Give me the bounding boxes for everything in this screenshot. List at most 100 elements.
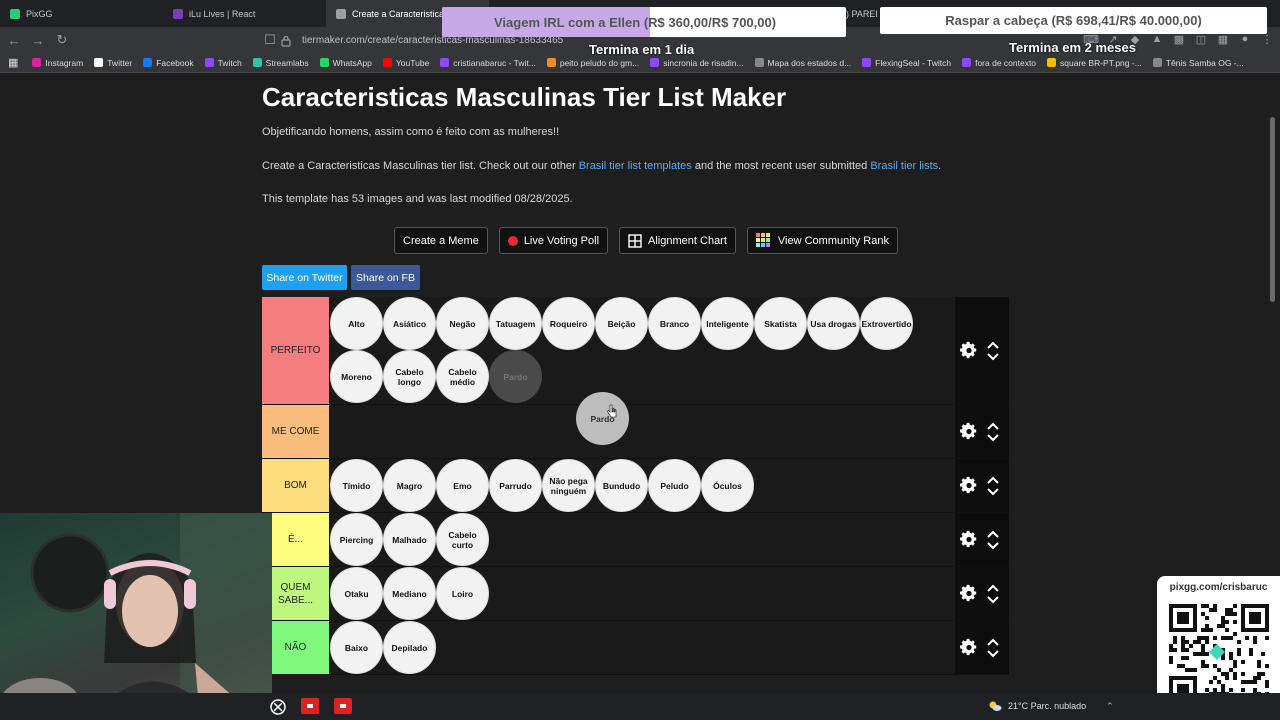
- bookmark-favicon-icon: [650, 58, 660, 67]
- tier-label[interactable]: ME COME: [262, 405, 329, 458]
- bookmark-item[interactable]: cristianabaruc - Twit...: [440, 58, 536, 68]
- bookmark-item[interactable]: Streamlabs: [252, 58, 309, 68]
- gear-icon[interactable]: [959, 476, 979, 496]
- move-up-icon[interactable]: [987, 584, 999, 592]
- tier-item[interactable]: Tatuagem: [489, 297, 542, 350]
- tier-item[interactable]: Depilado: [383, 621, 436, 674]
- bookmark-item[interactable]: sincronia de risadin...: [650, 58, 744, 68]
- tier-item[interactable]: Piercing: [330, 513, 383, 566]
- bookmark-item[interactable]: YouTube: [382, 58, 429, 68]
- forward-icon[interactable]: →: [28, 30, 48, 50]
- weather-text: 21°C Parc. nublado: [1008, 701, 1087, 711]
- tier-item[interactable]: Asiático: [383, 297, 436, 350]
- bookmark-item[interactable]: Instagram: [32, 58, 83, 68]
- gear-icon[interactable]: [959, 530, 979, 550]
- bookmark-item[interactable]: fora de contexto: [962, 58, 1036, 68]
- bookmark-item[interactable]: Facebook: [143, 58, 194, 68]
- brasil-templates-link[interactable]: Brasil tier list templates: [579, 160, 692, 172]
- tier-item[interactable]: Usa drogas: [807, 297, 860, 350]
- tier-label[interactable]: BOM: [262, 459, 329, 512]
- view-community-rank-button[interactable]: View Community Rank: [746, 227, 898, 254]
- bookmark-item[interactable]: Mapa dos estados d...: [754, 58, 851, 68]
- move-up-icon[interactable]: [987, 530, 999, 538]
- tier-item[interactable]: Otaku: [330, 567, 383, 620]
- reload-icon[interactable]: ↻: [52, 30, 72, 50]
- tier-item[interactable]: Tímido: [330, 459, 383, 512]
- move-down-icon[interactable]: [987, 595, 999, 604]
- brasil-tierlists-link[interactable]: Brasil tier lists: [870, 160, 938, 172]
- xbox-icon[interactable]: [270, 699, 286, 715]
- back-icon[interactable]: ←: [4, 30, 24, 50]
- move-down-icon[interactable]: [987, 433, 999, 442]
- bookmark-item[interactable]: WhatsApp: [319, 58, 372, 68]
- tier-label[interactable]: É...: [262, 513, 329, 566]
- taskbar-app-2-icon[interactable]: [334, 698, 352, 714]
- bookmark-item[interactable]: Twitch: [204, 58, 242, 68]
- move-down-icon[interactable]: [987, 541, 999, 550]
- tier-item[interactable]: Moreno: [330, 350, 383, 403]
- gear-icon[interactable]: [959, 638, 979, 658]
- tier-label[interactable]: QUEM SABE...: [262, 567, 329, 620]
- bookmark-favicon-icon: [32, 58, 42, 67]
- tier-item[interactable]: Malhado: [383, 513, 436, 566]
- tier-item[interactable]: Beição: [595, 297, 648, 350]
- tier-item[interactable]: Extrovertido: [860, 297, 913, 350]
- move-down-icon[interactable]: [987, 487, 999, 496]
- tier-item[interactable]: Bundudo: [595, 459, 648, 512]
- rank-grid-icon: [755, 232, 770, 247]
- tier-item[interactable]: Baixo: [330, 621, 383, 674]
- tier-label[interactable]: NÃO: [262, 621, 329, 674]
- dragged-tier-item[interactable]: Pardo: [576, 392, 629, 445]
- bookmark-item[interactable]: Tênis Samba OG -...: [1152, 58, 1244, 68]
- tier-item[interactable]: Não pega ninguém: [542, 459, 595, 512]
- move-down-icon[interactable]: [987, 352, 999, 361]
- move-up-icon[interactable]: [987, 341, 999, 349]
- tier-item[interactable]: Emo: [436, 459, 489, 512]
- tier-item[interactable]: Branco: [648, 297, 701, 350]
- taskbar-app-1-icon[interactable]: [301, 698, 319, 714]
- browser-tab[interactable]: iLu Lives | React: [163, 0, 326, 27]
- tier-item[interactable]: Parrudo: [489, 459, 542, 512]
- tier-item[interactable]: Inteligente: [701, 297, 754, 350]
- move-up-icon[interactable]: [987, 638, 999, 646]
- page-scrollbar[interactable]: [1270, 117, 1275, 302]
- partly-cloudy-icon: [989, 701, 1002, 711]
- tier-item[interactable]: Skatista: [754, 297, 807, 350]
- share-twitter-button[interactable]: Share on Twitter: [262, 265, 347, 290]
- tier-item[interactable]: Óculos: [701, 459, 754, 512]
- move-up-icon[interactable]: [987, 476, 999, 484]
- tier-item[interactable]: Loiro: [436, 567, 489, 620]
- alignment-chart-button[interactable]: Alignment Chart: [619, 227, 736, 254]
- live-voting-poll-button[interactable]: Live Voting Poll: [498, 227, 609, 254]
- weather-widget[interactable]: 21°C Parc. nublado ⌃: [988, 700, 1114, 712]
- bookmark-item[interactable]: peito peludo do gm...: [546, 58, 639, 68]
- move-down-icon[interactable]: [987, 649, 999, 658]
- gear-icon[interactable]: [959, 422, 979, 442]
- create-meme-button[interactable]: Create a Meme: [394, 227, 488, 254]
- bookmark-item[interactable]: Twitter: [94, 58, 132, 68]
- move-up-icon[interactable]: [987, 422, 999, 430]
- share-fb-button[interactable]: Share on FB: [351, 265, 420, 290]
- tier-item[interactable]: Cabelo médio: [436, 350, 489, 403]
- tier-item[interactable]: Cabelo longo: [383, 350, 436, 403]
- tray-chevron-icon[interactable]: ⌃: [1106, 701, 1114, 712]
- tier-item[interactable]: Peludo: [648, 459, 701, 512]
- site-info-icon[interactable]: [280, 35, 292, 47]
- tier-item[interactable]: Mediano: [383, 567, 436, 620]
- streamer-camera-image: [0, 513, 272, 720]
- tier-label[interactable]: PERFEITO: [262, 297, 329, 404]
- browser-tab[interactable]: PixGG: [0, 0, 163, 27]
- bookmark-item[interactable]: square BR-PT.png -...: [1047, 58, 1142, 68]
- apps-icon[interactable]: ▦: [8, 56, 18, 69]
- gear-icon[interactable]: [959, 584, 979, 604]
- tier-item[interactable]: Magro: [383, 459, 436, 512]
- tier-item[interactable]: Roqueiro: [542, 297, 595, 350]
- bookmark-label: FlexingSeal - Twitch: [875, 57, 952, 68]
- gear-icon[interactable]: [959, 341, 979, 361]
- tier-item[interactable]: Alto: [330, 297, 383, 350]
- bookmark-star-icon[interactable]: ☐: [260, 30, 280, 50]
- bookmark-favicon-icon: [754, 58, 764, 67]
- bookmark-item[interactable]: FlexingSeal - Twitch: [862, 58, 951, 68]
- tier-item[interactable]: Cabelo curto: [436, 513, 489, 566]
- tier-item[interactable]: Negão: [436, 297, 489, 350]
